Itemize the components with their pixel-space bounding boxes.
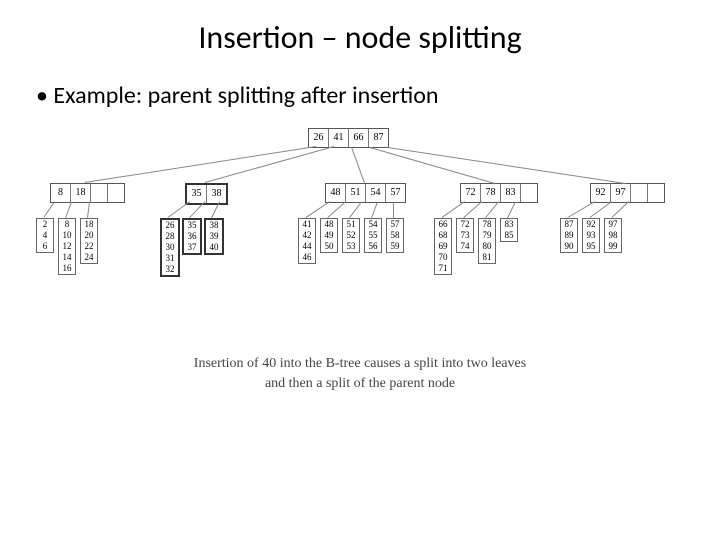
leaf-node: 2628303132 <box>160 218 180 277</box>
leaf-node: 979899 <box>604 218 622 253</box>
connector-line <box>463 201 482 218</box>
connector-line <box>370 147 495 184</box>
connector-line <box>371 202 378 218</box>
connector-line <box>167 201 190 218</box>
root-node: 26416687 <box>308 128 389 148</box>
leaf-node: 515253 <box>342 218 360 253</box>
connector-line <box>507 202 516 218</box>
caption-line: Insertion of 40 into the B-tree causes a… <box>194 356 526 371</box>
leaf-node: 929395 <box>582 218 600 253</box>
internal-node: 9297 <box>590 183 665 203</box>
connector-line <box>205 146 334 183</box>
connector-line <box>611 201 629 218</box>
internal-node: 3538 <box>185 183 228 205</box>
connector-line <box>327 201 346 218</box>
leaf-node: 878990 <box>560 218 578 253</box>
connector-line <box>305 201 330 218</box>
connector-line <box>589 201 612 218</box>
leaf-node: 353637 <box>182 218 202 255</box>
connector-line <box>441 201 465 218</box>
btree-figure: 26416687818 353848515457727883 9297 2468… <box>30 128 690 348</box>
leaf-node: 8385 <box>500 218 518 242</box>
connector-line <box>43 201 55 218</box>
leaf-node: 484950 <box>320 218 338 253</box>
leaf-node: 41424446 <box>298 218 316 264</box>
internal-node: 818 <box>50 183 125 203</box>
leaf-node: 575859 <box>386 218 404 253</box>
connector-line <box>388 147 625 184</box>
leaf-node: 6668697071 <box>434 218 452 275</box>
internal-node: 48515457 <box>325 183 406 203</box>
leaf-node: 810121416 <box>58 218 76 275</box>
connector-line <box>349 201 362 218</box>
page-title: Insertion – node splitting <box>30 18 690 57</box>
connector-line <box>85 146 316 183</box>
leaf-node: 78798081 <box>478 218 496 264</box>
connector-line <box>485 201 499 218</box>
caption-line: and then a split of the parent node <box>265 376 455 391</box>
leaf-node: 246 <box>36 218 54 253</box>
leaf-node: 545556 <box>364 218 382 253</box>
figure-caption: Insertion of 40 into the B-tree causes a… <box>30 354 690 393</box>
connector-line <box>351 147 365 183</box>
connector-line <box>65 202 72 218</box>
internal-node: 727883 <box>460 183 538 203</box>
connector-line <box>87 202 90 218</box>
connector-line <box>393 202 394 218</box>
leaf-node: 18202224 <box>80 218 98 264</box>
leaf-node: 383940 <box>204 218 224 255</box>
bullet-text: Example: parent splitting after insertio… <box>36 81 690 110</box>
leaf-node: 727374 <box>456 218 474 253</box>
